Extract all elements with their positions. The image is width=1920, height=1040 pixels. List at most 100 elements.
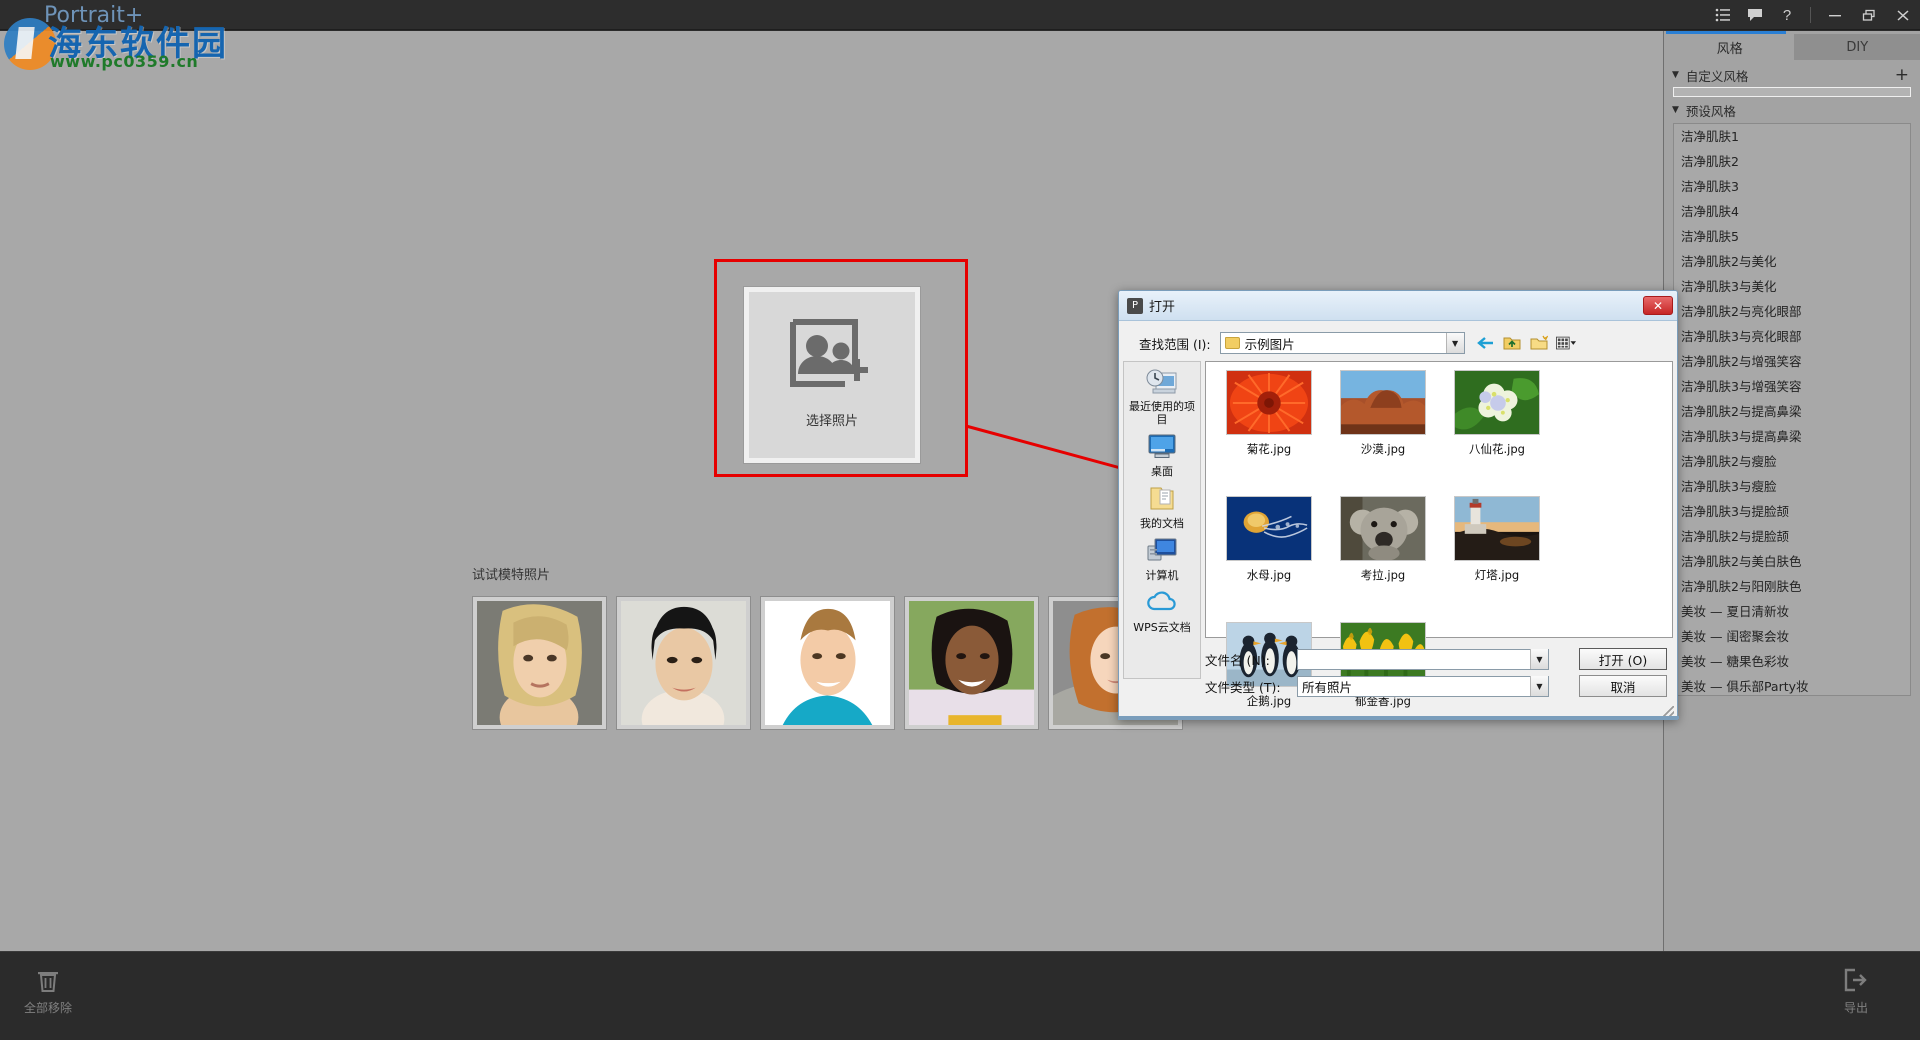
file-item[interactable]: 灯塔.jpg	[1440, 496, 1554, 612]
recent-items-icon	[1145, 368, 1179, 398]
place-desktop[interactable]: 桌面	[1124, 433, 1200, 478]
preset-item[interactable]: 美妆 — 糖果色彩妆	[1674, 649, 1910, 674]
preset-item[interactable]: 洁净肌肤2与提高鼻梁	[1674, 399, 1910, 424]
divider	[1810, 7, 1811, 23]
place-wps-cloud[interactable]: WPS云文档	[1124, 589, 1200, 634]
file-item[interactable]: 考拉.jpg	[1326, 496, 1440, 612]
preset-item[interactable]: 美妆 — 夏日清新妆	[1674, 599, 1910, 624]
close-icon[interactable]	[1886, 0, 1920, 30]
add-people-icon	[789, 318, 875, 400]
remove-all-label: 全部移除	[24, 999, 72, 1016]
my-documents-icon	[1145, 485, 1179, 515]
model-thumbnail[interactable]	[904, 596, 1039, 730]
folder-icon	[1225, 337, 1240, 349]
custom-styles-header[interactable]: ▼ 自定义风格 +	[1672, 64, 1915, 86]
export-button[interactable]: 导出	[1816, 968, 1896, 1016]
tab-diy[interactable]: DIY	[1794, 34, 1920, 60]
chevron-down-icon[interactable]: ▼	[1530, 676, 1548, 696]
open-button[interactable]: 打开 (O)	[1579, 648, 1667, 670]
preset-styles-list[interactable]: 洁净肌肤1洁净肌肤2洁净肌肤3洁净肌肤4洁净肌肤5洁净肌肤2与美化洁净肌肤3与美…	[1673, 123, 1911, 696]
preset-item[interactable]: 洁净肌肤2与美白肤色	[1674, 549, 1910, 574]
file-name: 水母.jpg	[1247, 567, 1291, 583]
restore-icon[interactable]	[1852, 0, 1886, 30]
place-recent-items[interactable]: 最近使用的项目	[1124, 368, 1200, 426]
cloud-icon	[1145, 589, 1179, 619]
filetype-label: 文件类型 (T):	[1205, 677, 1297, 696]
preset-item[interactable]: 洁净肌肤2与瘦脸	[1674, 449, 1910, 474]
dialog-toolbar	[1475, 334, 1576, 353]
dialog-titlebar: P 打开 ✕	[1119, 291, 1677, 321]
preset-item[interactable]: 洁净肌肤1	[1674, 124, 1910, 149]
file-browser-area[interactable]: 菊花.jpg 沙漠.jpg	[1205, 361, 1673, 638]
file-thumbnail-chrysanthemum	[1226, 370, 1312, 435]
place-label: 最近使用的项目	[1126, 400, 1198, 426]
file-item[interactable]: 沙漠.jpg	[1326, 370, 1440, 486]
list-icon[interactable]	[1707, 0, 1739, 30]
model-2-image	[621, 601, 746, 725]
place-my-documents[interactable]: 我的文档	[1124, 485, 1200, 530]
preset-item[interactable]: 洁净肌肤3与提脸颉	[1674, 499, 1910, 524]
preset-item[interactable]: 洁净肌肤3与增强笑容	[1674, 374, 1910, 399]
dialog-title: 打开	[1149, 296, 1175, 315]
preset-item[interactable]: 美妆 — 俱乐部Party妆	[1674, 674, 1910, 696]
feedback-icon[interactable]	[1739, 0, 1771, 30]
place-label: 桌面	[1126, 465, 1198, 478]
minimize-icon[interactable]	[1818, 0, 1852, 30]
up-folder-icon[interactable]	[1502, 334, 1522, 353]
new-folder-icon[interactable]	[1529, 334, 1549, 353]
preset-item[interactable]: 洁净肌肤5	[1674, 224, 1910, 249]
filetype-combobox[interactable]: 所有照片 ▼	[1297, 676, 1549, 697]
filetype-value: 所有照片	[1302, 677, 1352, 696]
filename-input[interactable]: ▼	[1297, 649, 1549, 670]
dialog-bottom-edge	[1119, 716, 1679, 719]
preset-item[interactable]: 美妆 — 闺密聚会妆	[1674, 624, 1910, 649]
preset-item[interactable]: 洁净肌肤2与增强笑容	[1674, 349, 1910, 374]
open-file-dialog: P 打开 ✕ 查找范围 (I): 示例图片 ▼	[1118, 290, 1678, 720]
help-icon[interactable]: ?	[1771, 0, 1803, 30]
look-in-combobox[interactable]: 示例图片 ▼	[1220, 332, 1465, 354]
look-in-value: 示例图片	[1245, 334, 1295, 353]
window-controls: ?	[1707, 0, 1920, 30]
view-mode-icon[interactable]	[1556, 334, 1576, 353]
preset-item[interactable]: 洁净肌肤2与提脸颉	[1674, 524, 1910, 549]
file-name: 菊花.jpg	[1247, 441, 1291, 457]
dialog-close-button[interactable]: ✕	[1643, 296, 1673, 315]
file-name: 沙漠.jpg	[1361, 441, 1405, 457]
file-thumbnail-lighthouse	[1454, 496, 1540, 561]
file-thumbnail-jellyfish	[1226, 496, 1312, 561]
look-in-row: 查找范围 (I): 示例图片 ▼	[1119, 329, 1679, 357]
preset-item[interactable]: 洁净肌肤2与美化	[1674, 249, 1910, 274]
preset-item[interactable]: 洁净肌肤3与瘦脸	[1674, 474, 1910, 499]
preset-item[interactable]: 洁净肌肤2	[1674, 149, 1910, 174]
bottom-toolbar: 全部移除 导出	[0, 951, 1920, 1040]
select-photo-dropzone[interactable]: 选择照片	[744, 287, 920, 463]
models-section-title: 试试模特照片	[472, 564, 550, 583]
preset-item[interactable]: 洁净肌肤3	[1674, 174, 1910, 199]
export-label: 导出	[1844, 999, 1868, 1016]
preset-styles-header[interactable]: ▼ 预设风格	[1672, 99, 1915, 121]
place-computer[interactable]: 计算机	[1124, 537, 1200, 582]
model-thumbnail[interactable]	[616, 596, 751, 730]
model-thumbnail[interactable]	[472, 596, 607, 730]
model-thumbnail[interactable]	[760, 596, 895, 730]
custom-styles-list	[1673, 87, 1911, 97]
add-style-icon[interactable]: +	[1895, 67, 1909, 84]
chevron-down-icon[interactable]: ▼	[1446, 333, 1464, 353]
preset-item[interactable]: 洁净肌肤2与亮化眼部	[1674, 299, 1910, 324]
back-icon[interactable]	[1475, 334, 1495, 353]
model-3-image	[765, 601, 890, 725]
preset-item[interactable]: 洁净肌肤2与阳刚肤色	[1674, 574, 1910, 599]
preset-item[interactable]: 洁净肌肤3与亮化眼部	[1674, 324, 1910, 349]
file-item[interactable]: 水母.jpg	[1212, 496, 1326, 612]
preset-item[interactable]: 洁净肌肤3与美化	[1674, 274, 1910, 299]
preset-item[interactable]: 洁净肌肤4	[1674, 199, 1910, 224]
file-item[interactable]: 菊花.jpg	[1212, 370, 1326, 486]
chevron-down-icon[interactable]: ▼	[1530, 649, 1548, 669]
cancel-button[interactable]: 取消	[1579, 675, 1667, 697]
remove-all-button[interactable]: 全部移除	[8, 968, 88, 1016]
file-item[interactable]: 八仙花.jpg	[1440, 370, 1554, 486]
chevron-down-icon: ▼	[1672, 70, 1679, 80]
preset-styles-label: 预设风格	[1686, 101, 1736, 120]
preset-item[interactable]: 洁净肌肤3与提高鼻梁	[1674, 424, 1910, 449]
tab-styles[interactable]: 风格	[1666, 34, 1794, 60]
